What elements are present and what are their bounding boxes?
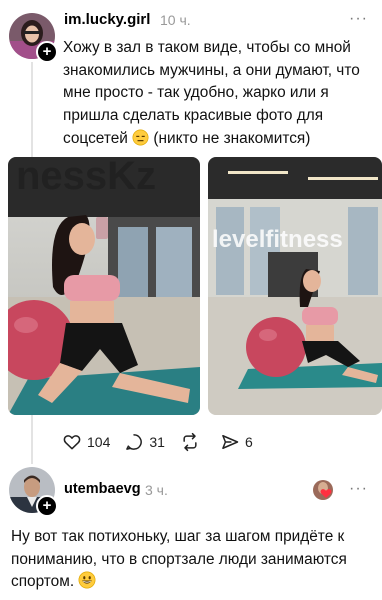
post-photo-1[interactable]: nessKz	[8, 157, 200, 415]
expressionless-emoji-icon	[132, 129, 149, 146]
reply-text: Ну вот так потихоньку, шаг за шагом прид…	[11, 526, 371, 594]
share-button[interactable]: 6	[220, 432, 253, 452]
comment-count: 31	[149, 434, 165, 450]
reply-username[interactable]: utembaevg	[64, 481, 141, 497]
watermark-text: nessKz	[16, 157, 156, 198]
more-options-icon[interactable]: ···	[349, 10, 368, 28]
repost-icon	[183, 432, 197, 452]
repost-button[interactable]	[179, 432, 206, 452]
post-photo-2[interactable]: levelfitness	[208, 157, 382, 415]
send-icon	[222, 435, 239, 449]
reply-body: Ну вот так потихоньку, шаг за шагом прид…	[11, 528, 347, 591]
like-button[interactable]: 104	[62, 432, 110, 452]
post-time: 10 ч.	[160, 12, 191, 28]
reply-follow-plus-icon[interactable]: +	[36, 495, 58, 517]
heart-icon	[63, 435, 81, 450]
post-body-tail: (никто не знакомится)	[153, 129, 311, 147]
comment-button[interactable]: 31	[124, 432, 165, 452]
share-count: 6	[244, 434, 253, 450]
liked-avatar-heart-icon	[313, 480, 333, 500]
post-actions: 104 31 6	[62, 430, 267, 454]
watermark-text: levelfitness	[212, 226, 343, 253]
reply-time: 3 ч.	[145, 482, 168, 498]
post-text: Хожу в зал в таком виде, чтобы со мной з…	[63, 37, 363, 151]
reply-more-options-icon[interactable]: ···	[349, 480, 368, 498]
post-username[interactable]: im.lucky.girl	[64, 11, 150, 28]
comment-icon	[126, 434, 143, 450]
like-count: 104	[87, 434, 111, 450]
grinning-emoji-icon	[78, 571, 96, 589]
follow-plus-icon[interactable]: +	[36, 41, 58, 63]
